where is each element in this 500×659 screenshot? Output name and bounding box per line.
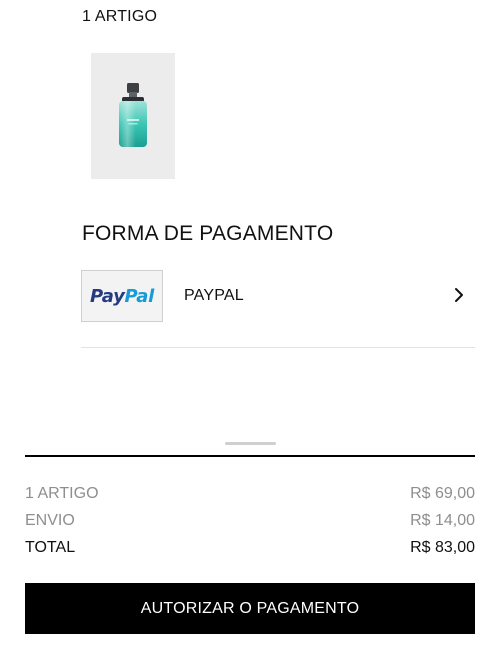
summary-total-label: TOTAL — [25, 539, 76, 556]
summary-top-divider — [25, 455, 475, 457]
authorize-payment-button[interactable]: AUTORIZAR O PAGAMENTO — [25, 583, 475, 634]
summary-shipping-value: R$ 14,00 — [410, 512, 475, 529]
payment-method-paypal[interactable]: Pay Pal PAYPAL — [81, 270, 475, 322]
payment-method-label: PAYPAL — [184, 287, 244, 304]
payment-section-title: FORMA DE PAGAMENTO — [82, 222, 334, 245]
perfume-bottle-icon — [119, 83, 147, 147]
paypal-logo-part2: Pal — [124, 285, 155, 307]
summary-total-value: R$ 83,00 — [410, 539, 475, 556]
product-thumbnail[interactable] — [91, 53, 175, 179]
paypal-logo-part1: Pay — [90, 285, 125, 307]
paypal-logo: Pay Pal — [81, 270, 163, 322]
chevron-right-icon — [455, 288, 463, 302]
summary-total-row: TOTAL R$ 83,00 — [25, 537, 475, 559]
summary-shipping-row: ENVIO R$ 14,00 — [25, 510, 475, 532]
summary-items-label: 1 ARTIGO — [25, 485, 99, 502]
summary-items-row: 1 ARTIGO R$ 69,00 — [25, 483, 475, 505]
bottom-sheet-handle[interactable] — [225, 442, 276, 445]
summary-shipping-label: ENVIO — [25, 512, 75, 529]
payment-divider — [81, 347, 475, 348]
items-count-label: 1 ARTIGO — [82, 8, 158, 25]
summary-items-value: R$ 69,00 — [410, 485, 475, 502]
